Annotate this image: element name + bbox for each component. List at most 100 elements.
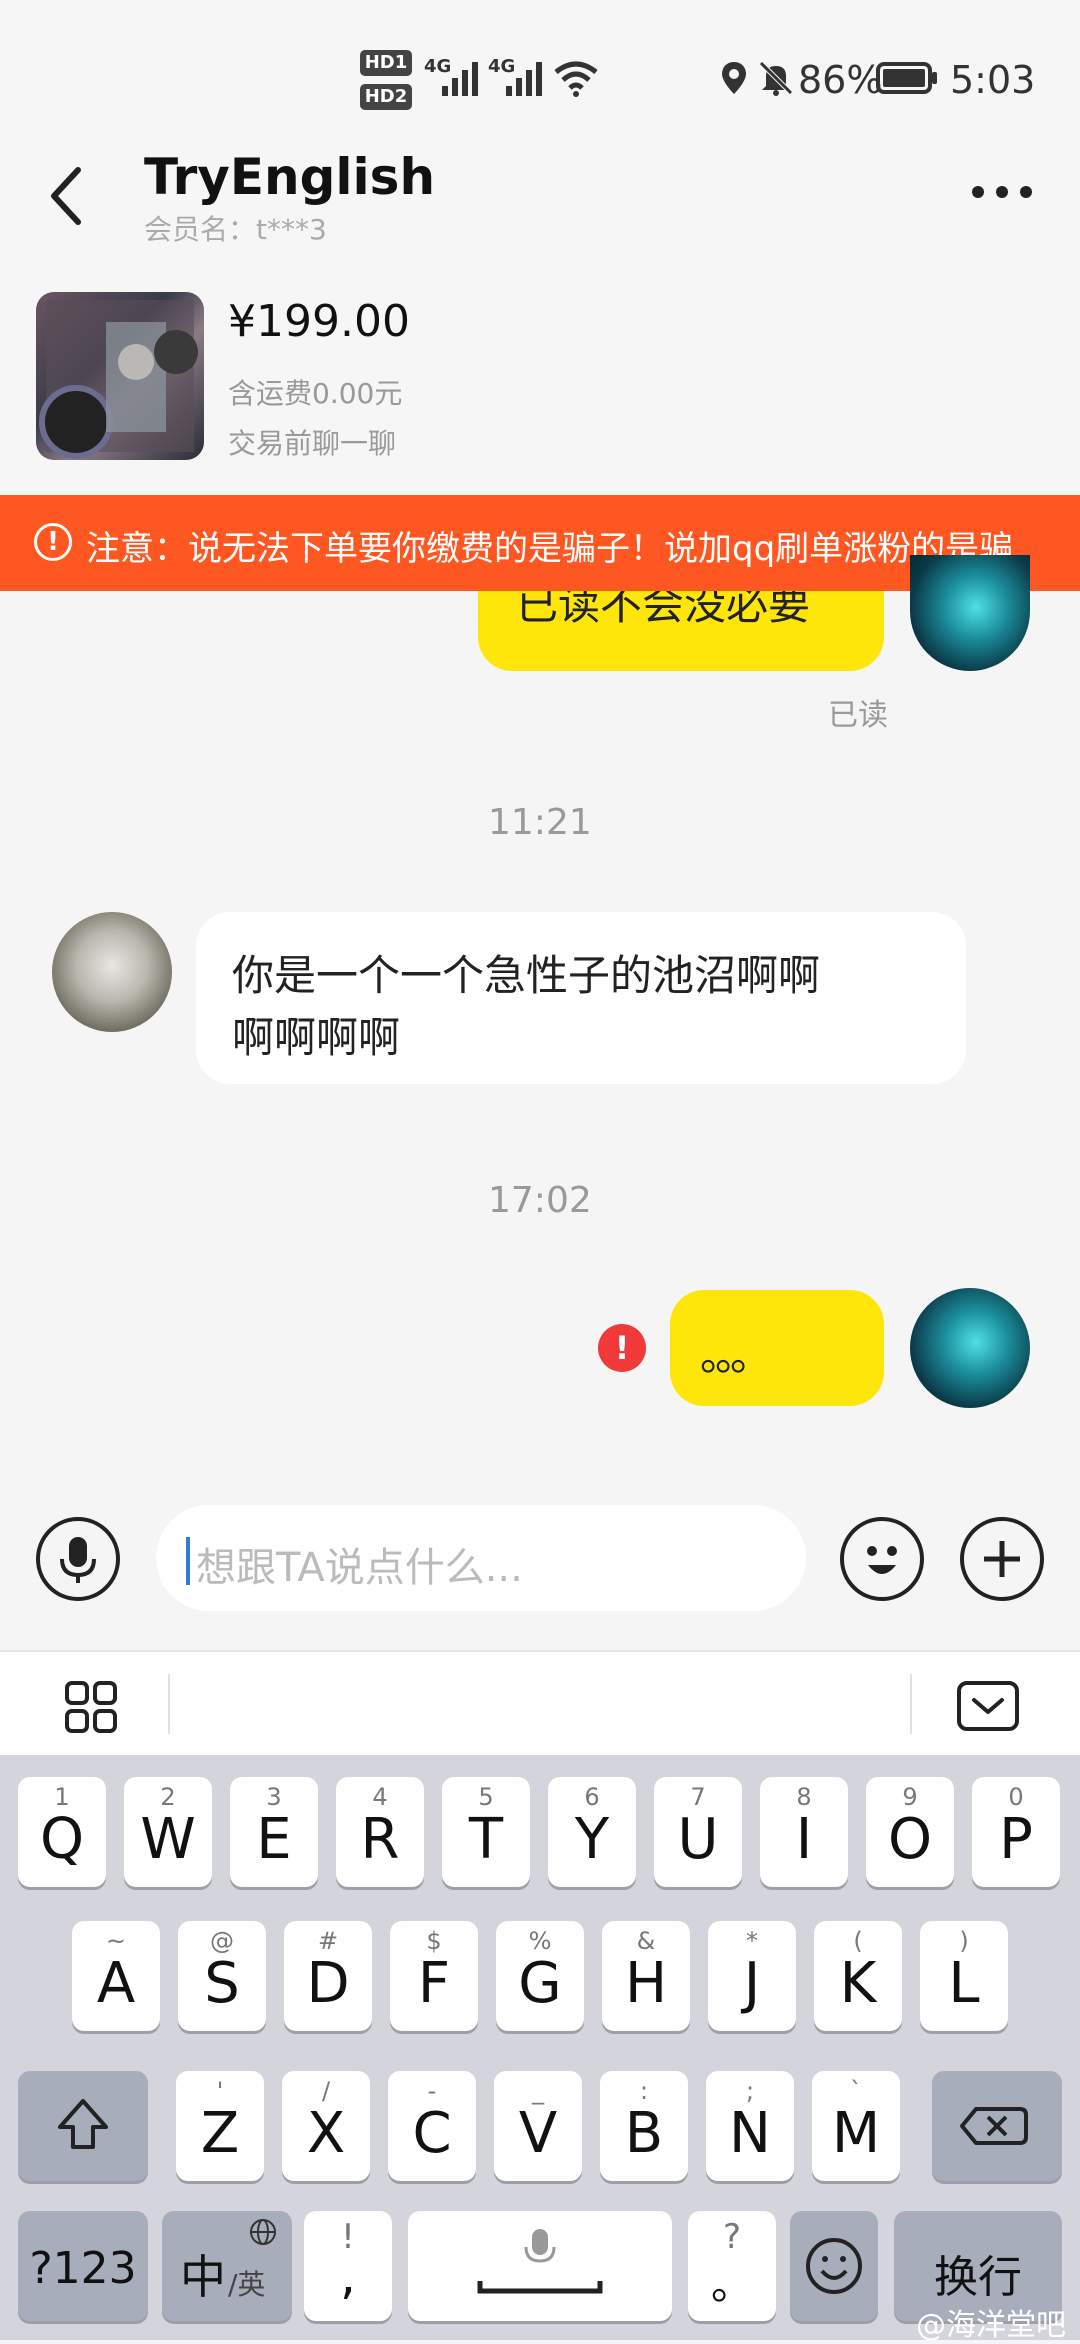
pre-trade-chat-label: 交易前聊一聊	[228, 427, 397, 460]
back-arrow-icon[interactable]	[44, 164, 88, 228]
key-char: U	[677, 1807, 719, 1872]
toolbar-divider	[168, 1674, 170, 1734]
key-e[interactable]: 3E	[230, 1777, 318, 1887]
key-k[interactable]: (K	[814, 1921, 902, 2031]
key-f[interactable]: $ F	[390, 1921, 478, 2031]
key-b[interactable]: :B	[600, 2071, 688, 2181]
chat-header: TryEnglish 会员名：t***3	[0, 140, 1080, 270]
emoji-button[interactable]	[840, 1517, 924, 1601]
key-m[interactable]: ` M	[812, 2071, 900, 2181]
my-avatar[interactable]	[910, 1288, 1030, 1408]
timestamp: 17:02	[488, 1180, 592, 1221]
key-r[interactable]: 4R	[336, 1777, 424, 1887]
message-text: 已读不会没必要	[516, 591, 811, 629]
mute-icon	[759, 61, 793, 96]
language-key-main: 中	[180, 2250, 226, 2304]
key-d[interactable]: # D	[284, 1921, 372, 2031]
key-char: E	[256, 1807, 292, 1872]
key-v[interactable]: _ V	[494, 2071, 582, 2181]
language-key[interactable]: 中 /英	[162, 2211, 292, 2321]
key-char: 。	[710, 2260, 753, 2309]
key-char: R	[360, 1807, 400, 1872]
key-l[interactable]: ) L	[920, 1921, 1008, 2031]
key-char: ,	[340, 2247, 356, 2305]
key-c[interactable]: -C	[388, 2071, 476, 2181]
member-name: 会员名：t***3	[144, 213, 327, 246]
plus-icon	[984, 1541, 1020, 1577]
shift-key[interactable]	[18, 2071, 148, 2181]
key-q[interactable]: 1Q	[18, 1777, 106, 1887]
comma-key[interactable]: ! ,	[304, 2211, 392, 2321]
message-bubble-sent[interactable]: 已读不会没必要	[478, 591, 884, 671]
backspace-icon	[960, 2107, 1028, 2145]
key-p[interactable]: 0P	[972, 1777, 1060, 1887]
key-h[interactable]: & H	[602, 1921, 690, 2031]
smiley-icon	[806, 2238, 862, 2294]
key-z[interactable]: ' Z	[176, 2071, 264, 2181]
hd1-badge: HD1	[360, 50, 412, 76]
key-n[interactable]: ; N	[706, 2071, 794, 2181]
read-status: 已读	[828, 698, 888, 733]
key-i[interactable]: 8I	[760, 1777, 848, 1887]
key-char: L	[948, 1951, 980, 2016]
toolbar-divider	[910, 1674, 912, 1734]
more-options-icon[interactable]	[970, 184, 1034, 200]
hd2-badge: HD2	[360, 84, 412, 110]
key-char: B	[624, 2101, 664, 2166]
product-image[interactable]	[36, 292, 204, 460]
location-icon	[722, 62, 746, 94]
grid-menu-icon[interactable]	[64, 1680, 118, 1734]
chat-title: TryEnglish	[144, 148, 436, 206]
period-key[interactable]: ? 。	[688, 2211, 776, 2321]
key-y[interactable]: 6Y	[548, 1777, 636, 1887]
key-u[interactable]: 7U	[654, 1777, 742, 1887]
battery-icon	[876, 62, 937, 94]
message-bubble-sent[interactable]: 。。。	[670, 1290, 884, 1406]
message-input[interactable]: 想跟TA说点什么...	[156, 1505, 806, 1611]
language-key-sub: /英	[228, 2268, 266, 2301]
key-char: V	[518, 2101, 558, 2166]
key-char: Y	[574, 1807, 610, 1872]
key-j[interactable]: * J	[708, 1921, 796, 2031]
message-text: 。。。	[700, 1331, 772, 1380]
key-s[interactable]: @ S	[178, 1921, 266, 2031]
clock: 5:03	[950, 58, 1036, 102]
send-failed-icon[interactable]: !	[598, 1324, 646, 1372]
key-char: P	[999, 1807, 1033, 1872]
microphone-icon	[60, 1537, 96, 1583]
space-key[interactable]	[408, 2211, 672, 2321]
voice-button[interactable]	[36, 1517, 120, 1601]
message-text: 啊啊啊啊	[232, 1013, 401, 1062]
key-x[interactable]: / X	[282, 2071, 370, 2181]
watermark: @海洋堂吧	[916, 2308, 1066, 2343]
keyboard: 1Q2W3E4R5T6Y7U8I9O0P ~ A @ S # D $ F% G & H * J(K) L …	[0, 1755, 1080, 2340]
timestamp: 11:21	[488, 802, 592, 843]
key-g[interactable]: % G	[496, 1921, 584, 2031]
product-card[interactable]: ¥199.00 含运费0.00元 交易前聊一聊	[0, 270, 1080, 495]
wifi-icon	[554, 61, 598, 97]
key-char: G	[518, 1951, 562, 2016]
key-char: N	[729, 2101, 771, 2166]
more-actions-button[interactable]	[960, 1517, 1044, 1601]
text-cursor	[186, 1537, 190, 1585]
status-bar: HD1 HD2 4G 4G 86% 5:03	[0, 0, 1080, 150]
key-w[interactable]: 2W	[124, 1777, 212, 1887]
input-bar: 想跟TA说点什么...	[0, 1495, 1080, 1650]
message-bubble-received[interactable]: 你是一个一个急性子的池沼啊啊 啊啊啊啊	[196, 912, 966, 1084]
key-o[interactable]: 9O	[866, 1777, 954, 1887]
collapse-keyboard-icon[interactable]	[956, 1680, 1020, 1732]
emoji-key[interactable]	[790, 2211, 878, 2321]
smiley-icon	[867, 1546, 897, 1574]
message-text: 你是一个一个急性子的池沼啊啊	[232, 951, 821, 1000]
key-char: O	[887, 1807, 933, 1872]
key-a[interactable]: ~ A	[72, 1921, 160, 2031]
key-char: C	[412, 2101, 452, 2166]
signal-icon	[442, 62, 478, 96]
backspace-key[interactable]	[932, 2071, 1062, 2181]
my-avatar[interactable]	[910, 555, 1030, 671]
other-avatar[interactable]	[52, 912, 172, 1032]
numbers-key[interactable]: ?123	[18, 2211, 148, 2321]
keyboard-toolbar	[0, 1650, 1080, 1755]
key-t[interactable]: 5T	[442, 1777, 530, 1887]
key-char: X	[306, 2101, 346, 2166]
